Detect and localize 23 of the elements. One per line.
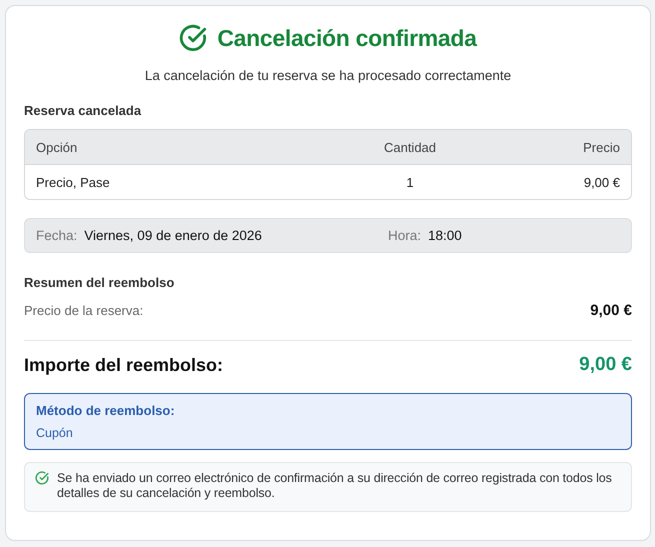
column-header: Cantidad	[382, 140, 438, 154]
detail-value: Viernes, 09 de enero de 2026	[84, 228, 262, 243]
check-circle-icon	[35, 471, 49, 485]
section-heading: Reserva cancelada	[24, 103, 142, 118]
summary-label: Precio de la reserva:	[24, 303, 144, 318]
summary-value: 9,00 €	[590, 302, 632, 319]
table-cell-text: 9,00 €	[582, 174, 620, 190]
subtitle: La cancelación de tu reserva se ha procesado correctamente	[144, 68, 512, 83]
section-heading: Resumen del reembolso	[24, 275, 176, 290]
method-label: Método de reembolso:	[36, 403, 176, 418]
detail-value: 18:00	[428, 228, 462, 243]
page-title: Cancelación confirmada	[217, 24, 477, 52]
table-cell-text: 1	[405, 174, 415, 190]
method-value: Cupón	[36, 426, 74, 440]
detail-label: Hora:	[388, 228, 422, 243]
check-circle-icon	[179, 24, 208, 52]
refund-total-label: Importe del reembolso:	[24, 354, 224, 376]
table-cell-text: Precio, Pase	[36, 174, 111, 190]
notice-text: Se ha enviado un correo electrónico de confirmación a su dirección de correo registrada con todos los detalles de su cancelación y reembolso.	[57, 471, 613, 501]
column-header: Opción	[36, 140, 78, 154]
column-header: Precio	[582, 140, 620, 154]
detail-label: Fecha:	[36, 228, 78, 243]
refund-total-value: 9,00 €	[579, 354, 632, 376]
